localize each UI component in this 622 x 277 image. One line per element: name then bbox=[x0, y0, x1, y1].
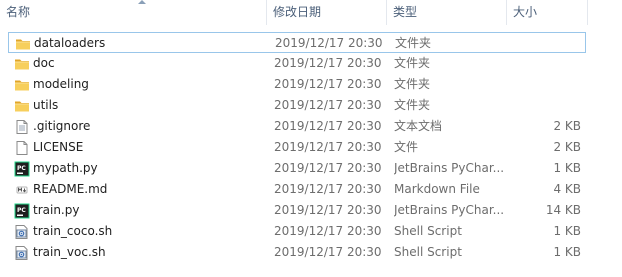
file-type: 文件夹 bbox=[395, 36, 432, 50]
folder-icon bbox=[14, 77, 30, 93]
file-type: 文件夹 bbox=[394, 77, 431, 91]
file-row[interactable]: dataloaders 2019/12/17 20:30 文件夹 bbox=[8, 32, 586, 53]
file-date-modified: 2019/12/17 20:30 bbox=[274, 182, 382, 196]
file-type: 文件 bbox=[394, 140, 419, 154]
file-size bbox=[508, 74, 581, 95]
file-row[interactable]: README.md 2019/12/17 20:30 Markdown File 4 … bbox=[8, 179, 586, 200]
column-divider[interactable] bbox=[587, 0, 588, 25]
shell-script-icon bbox=[14, 224, 30, 240]
file-size: 1 KB bbox=[553, 245, 581, 259]
file-name: mypath.py bbox=[33, 161, 98, 175]
file-date-modified: 2019/12/17 20:30 bbox=[274, 140, 382, 154]
file-row[interactable]: .gitignore 2019/12/17 20:30 文本文档 2 KB bbox=[8, 116, 586, 137]
file-type: Markdown File bbox=[394, 182, 480, 196]
file-size: 2 KB bbox=[553, 140, 581, 154]
folder-icon bbox=[15, 36, 31, 52]
pycharm-icon: PC bbox=[14, 203, 30, 219]
file-type: 文本文档 bbox=[394, 119, 443, 133]
file-date-modified: 2019/12/17 20:30 bbox=[275, 36, 383, 50]
file-name: train_coco.sh bbox=[33, 224, 113, 238]
file-name: README.md bbox=[33, 182, 108, 196]
folder-icon bbox=[14, 98, 30, 114]
file-size: 1 KB bbox=[553, 224, 581, 238]
file-size bbox=[508, 53, 581, 74]
file-size: 1 KB bbox=[553, 161, 581, 175]
file-name: doc bbox=[33, 56, 55, 70]
file-name: dataloaders bbox=[34, 36, 106, 50]
file-name: train_voc.sh bbox=[33, 245, 106, 259]
file-name: train.py bbox=[33, 203, 80, 217]
file-date-modified: 2019/12/17 20:30 bbox=[274, 56, 382, 70]
markdown-icon bbox=[14, 182, 30, 198]
shell-script-icon bbox=[14, 245, 30, 261]
file-name: .gitignore bbox=[33, 119, 91, 133]
file-type: 文件夹 bbox=[394, 56, 431, 70]
file-size bbox=[509, 33, 582, 54]
pycharm-icon: PC bbox=[14, 161, 30, 177]
file-size: 14 KB bbox=[545, 203, 581, 217]
file-type: JetBrains PyChar... bbox=[394, 203, 505, 217]
file-row[interactable]: doc 2019/12/17 20:30 文件夹 bbox=[8, 53, 586, 74]
file-date-modified: 2019/12/17 20:30 bbox=[274, 161, 382, 175]
file-row[interactable]: train_coco.sh 2019/12/17 20:30 Shell Scrip… bbox=[8, 221, 586, 242]
file-row[interactable]: PC mypath.py 2019/12/17 20:30 JetBrains PyC… bbox=[8, 158, 586, 179]
file-type: Shell Script bbox=[394, 224, 462, 238]
file-type: JetBrains PyChar... bbox=[394, 161, 505, 175]
blank-file-icon bbox=[14, 140, 30, 156]
svg-text:PC: PC bbox=[17, 207, 26, 214]
file-name: utils bbox=[33, 98, 59, 112]
file-type: 文件夹 bbox=[394, 98, 431, 112]
file-row[interactable]: utils 2019/12/17 20:30 文件夹 bbox=[8, 95, 586, 116]
file-type: Shell Script bbox=[394, 245, 462, 259]
file-date-modified: 2019/12/17 20:30 bbox=[274, 203, 382, 217]
file-name: LICENSE bbox=[33, 140, 84, 154]
folder-icon bbox=[14, 56, 30, 72]
file-row[interactable]: LICENSE 2019/12/17 20:30 文件 2 KB bbox=[8, 137, 586, 158]
file-date-modified: 2019/12/17 20:30 bbox=[274, 98, 382, 112]
file-date-modified: 2019/12/17 20:30 bbox=[274, 77, 382, 91]
file-row[interactable]: train_voc.sh 2019/12/17 20:30 Shell Script… bbox=[8, 242, 586, 263]
file-row[interactable]: PC train.py 2019/12/17 20:30 JetBrains PyCh… bbox=[8, 200, 586, 221]
file-size: 2 KB bbox=[553, 119, 581, 133]
column-header-bar: 名称 修改日期 类型 大小 bbox=[0, 0, 622, 25]
file-size bbox=[508, 95, 581, 116]
file-date-modified: 2019/12/17 20:30 bbox=[274, 245, 382, 259]
file-date-modified: 2019/12/17 20:30 bbox=[274, 119, 382, 133]
column-header-date[interactable]: 修改日期 bbox=[267, 0, 386, 25]
column-header-type[interactable]: 类型 bbox=[387, 0, 506, 25]
column-header-name[interactable]: 名称 bbox=[0, 0, 266, 25]
column-header-size[interactable]: 大小 bbox=[507, 0, 587, 25]
file-date-modified: 2019/12/17 20:30 bbox=[274, 224, 382, 238]
file-row[interactable]: modeling 2019/12/17 20:30 文件夹 bbox=[8, 74, 586, 95]
file-size: 4 KB bbox=[553, 182, 581, 196]
file-name: modeling bbox=[33, 77, 89, 91]
text-document-icon bbox=[14, 119, 30, 135]
svg-text:PC: PC bbox=[17, 165, 26, 172]
